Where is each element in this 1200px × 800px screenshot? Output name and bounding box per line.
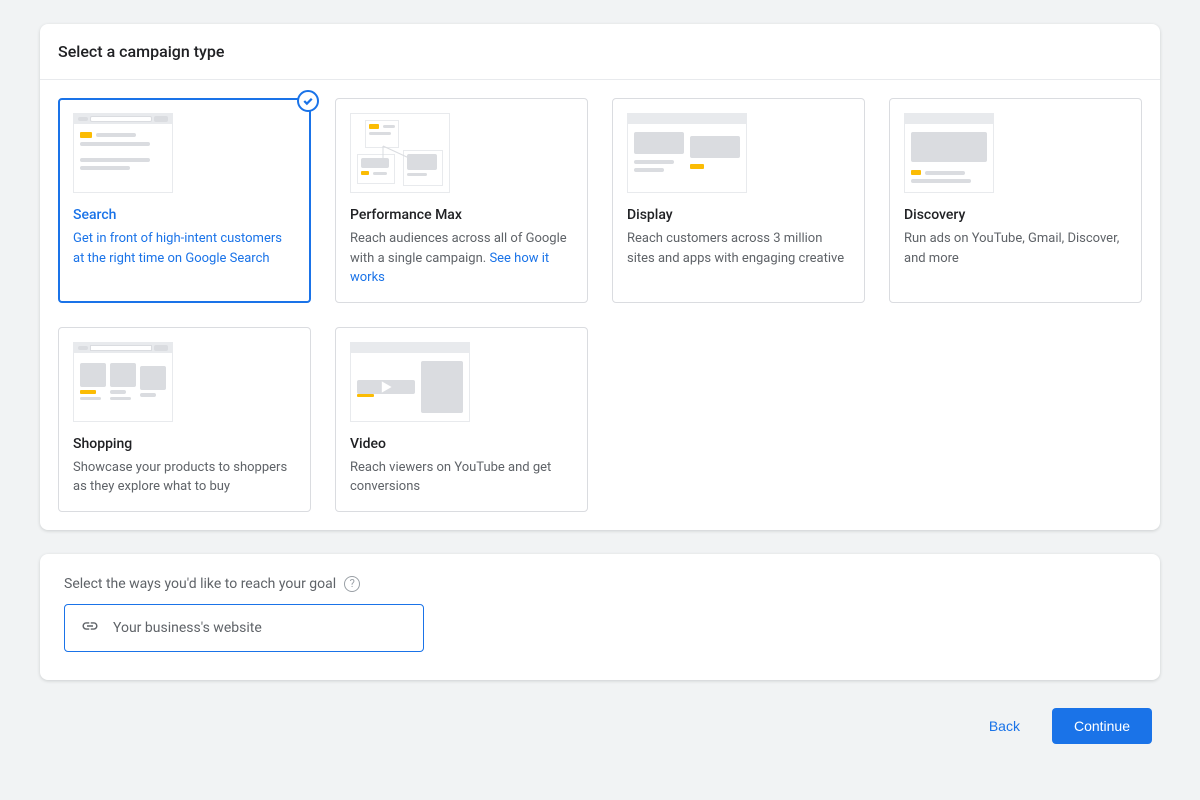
pmax-thumbnail: [350, 113, 450, 193]
card-title: Shopping: [73, 436, 296, 452]
link-icon: [79, 617, 101, 639]
goal-section-label: Select the ways you'd like to reach your…: [64, 576, 360, 592]
card-title: Display: [627, 207, 850, 223]
card-title: Discovery: [904, 207, 1127, 223]
campaign-card-search[interactable]: Search Get in front of high-intent custo…: [58, 98, 311, 303]
back-button[interactable]: Back: [977, 710, 1032, 742]
search-thumbnail: [73, 113, 173, 193]
card-desc: Showcase your products to shoppers as th…: [73, 458, 296, 497]
card-desc: Run ads on YouTube, Gmail, Discover, and…: [904, 229, 1127, 268]
footer-actions: Back Continue: [40, 704, 1160, 748]
goal-option-label: Your business's website: [113, 620, 262, 636]
goal-panel: Select the ways you'd like to reach your…: [40, 554, 1160, 680]
campaign-card-display[interactable]: Display Reach customers across 3 million…: [612, 98, 865, 303]
campaign-type-panel: Select a campaign type Search Get in fro…: [40, 24, 1160, 530]
goal-option-website[interactable]: Your business's website: [64, 604, 424, 652]
card-title: Search: [73, 207, 296, 223]
card-desc: Get in front of high-intent customers at…: [73, 229, 296, 268]
campaign-card-performance-max[interactable]: Performance Max Reach audiences across a…: [335, 98, 588, 303]
campaign-card-grid: Search Get in front of high-intent custo…: [40, 80, 1160, 530]
card-desc: Reach audiences across all of Google wit…: [350, 229, 573, 288]
display-thumbnail: [627, 113, 747, 193]
card-desc: Reach viewers on YouTube and get convers…: [350, 458, 573, 497]
card-title: Video: [350, 436, 573, 452]
card-title: Performance Max: [350, 207, 573, 223]
card-desc: Reach customers across 3 million sites a…: [627, 229, 850, 268]
panel-title: Select a campaign type: [40, 24, 1160, 80]
continue-button[interactable]: Continue: [1052, 708, 1152, 744]
discovery-thumbnail: [904, 113, 994, 193]
help-icon[interactable]: ?: [344, 576, 360, 592]
shopping-thumbnail: [73, 342, 173, 422]
campaign-card-discovery[interactable]: Discovery Run ads on YouTube, Gmail, Dis…: [889, 98, 1142, 303]
video-thumbnail: [350, 342, 470, 422]
campaign-card-shopping[interactable]: Shopping Showcase your products to shopp…: [58, 327, 311, 512]
check-icon: [297, 90, 319, 112]
campaign-card-video[interactable]: Video Reach viewers on YouTube and get c…: [335, 327, 588, 512]
